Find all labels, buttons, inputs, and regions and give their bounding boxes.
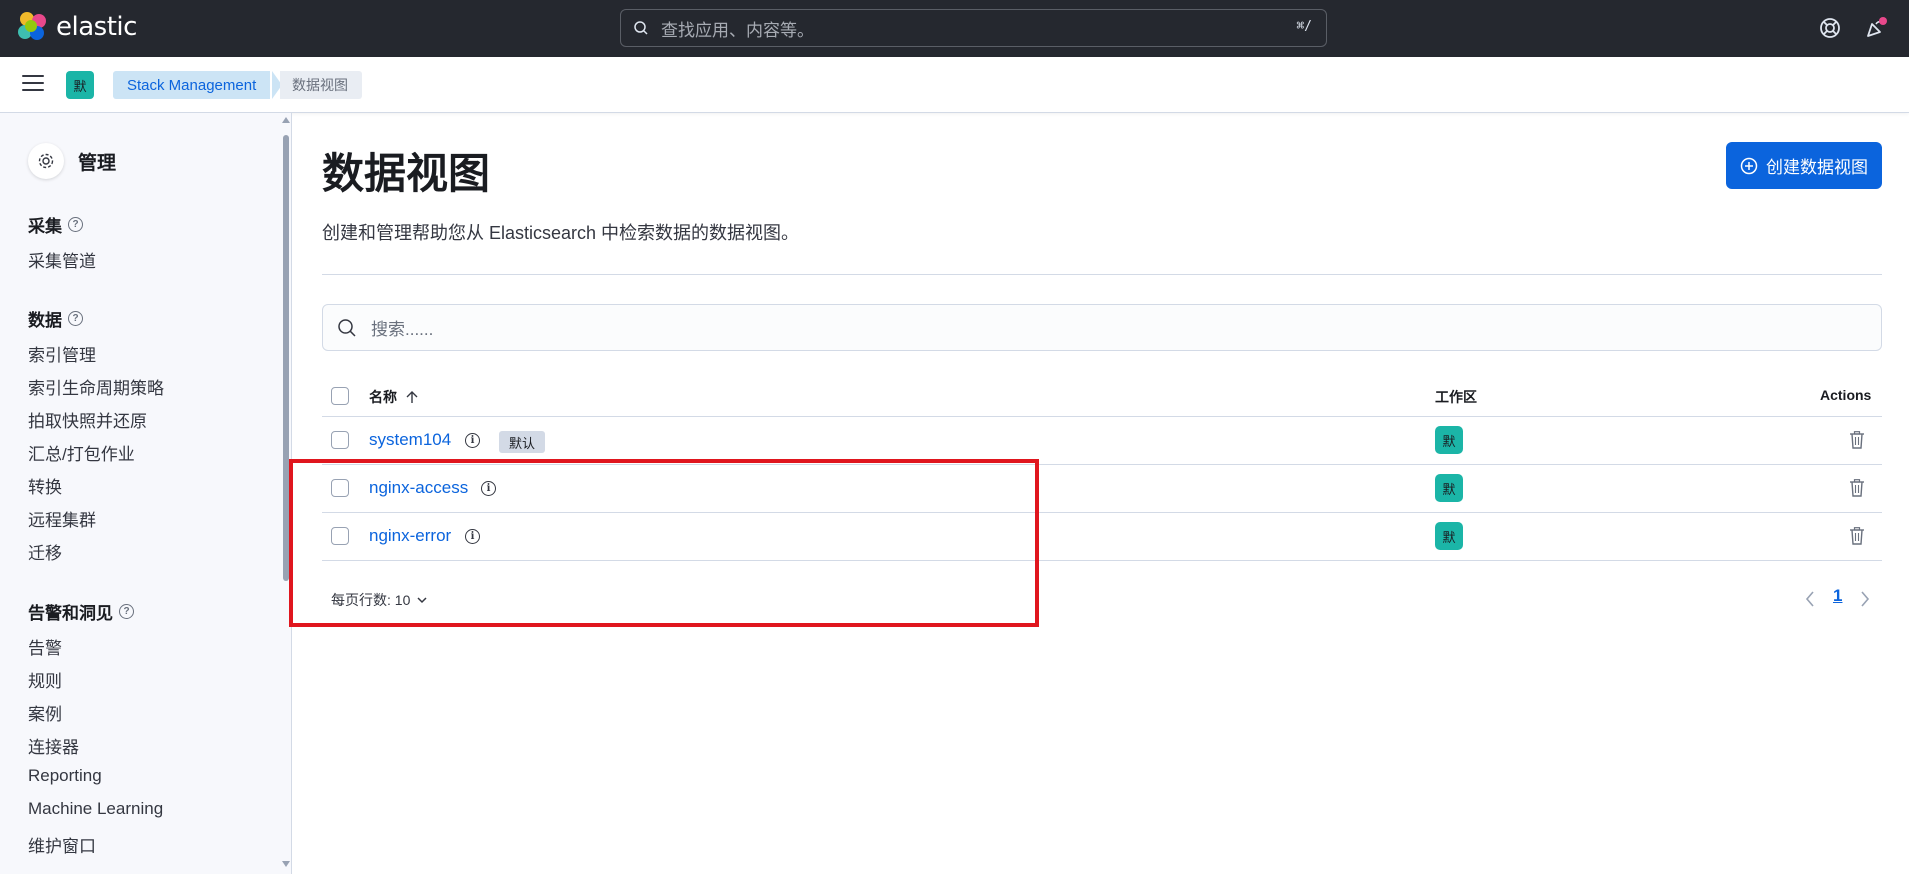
data-view-search-input[interactable]: 搜索...... (322, 304, 1882, 351)
sidebar-group-data: 数据 ? (28, 306, 83, 331)
trash-icon[interactable] (1849, 431, 1865, 449)
sidebar-item-reporting[interactable]: Reporting (28, 766, 102, 786)
help-icon[interactable]: ? (119, 604, 134, 619)
sidebar-item-migrate[interactable]: 迁移 (28, 539, 62, 564)
sidebar-item-maintenance-windows[interactable]: 维护窗口 (28, 832, 96, 857)
trash-icon[interactable] (1849, 527, 1865, 545)
create-button-label: 创建数据视图 (1766, 158, 1868, 177)
default-badge: 默认 (499, 431, 546, 453)
chevron-left-icon[interactable] (1804, 590, 1816, 608)
help-icon[interactable]: ? (68, 311, 83, 326)
global-search-input[interactable]: 查找应用、内容等。 ⌘/ (620, 9, 1327, 47)
sidebar-group-ingest: 采集 ? (28, 212, 83, 237)
trash-icon[interactable] (1849, 479, 1865, 497)
breadcrumb-current: 数据视图 (280, 71, 362, 99)
sidebar-item-snapshot[interactable]: 拍取快照并还原 (28, 407, 147, 432)
sidebar-item-ingest-pipelines[interactable]: 采集管道 (28, 247, 96, 272)
highlight-annotation (289, 459, 1039, 627)
sidebar-item-remote-clusters[interactable]: 远程集群 (28, 506, 96, 531)
row-divider (322, 416, 1882, 417)
workspace-badge[interactable]: 默 (1435, 474, 1463, 502)
group-label: 采集 (28, 217, 62, 236)
breadcrumb-stack-management[interactable]: Stack Management (113, 71, 271, 99)
sidebar-title: 管理 (78, 152, 117, 174)
sidebar-item-machine-learning[interactable]: Machine Learning (28, 799, 163, 819)
gear-icon (28, 143, 64, 179)
elastic-logo-icon (18, 12, 48, 42)
sidebar-item-ilm[interactable]: 索引生命周期策略 (28, 374, 164, 399)
workspace-badge[interactable]: 默 (1435, 426, 1463, 454)
plus-circle-icon (1740, 157, 1758, 174)
search-icon (634, 21, 648, 35)
sidebar-item-index-management[interactable]: 索引管理 (28, 341, 96, 366)
menu-toggle-icon[interactable] (22, 75, 44, 95)
column-header-name[interactable]: 名称 (369, 387, 419, 407)
search-placeholder: 查找应用、内容等。 (661, 20, 814, 40)
header-divider (322, 274, 1882, 275)
group-label: 告警和洞见 (28, 604, 113, 623)
workspace-badge[interactable]: 默 (1435, 522, 1463, 550)
sidebar-nav: 管理 采集 ? 采集管道 数据 ? 索引管理 索引生命周期策略 拍取快照并还原 … (0, 113, 292, 874)
info-icon[interactable]: i (465, 433, 480, 448)
create-data-view-button[interactable]: 创建数据视图 (1726, 142, 1882, 189)
search-icon (338, 318, 356, 337)
page-description: 创建和管理帮助您从 Elasticsearch 中检索数据的数据视图。 (322, 223, 800, 243)
breadcrumb-bar: 默 Stack Management 数据视图 (0, 57, 1909, 113)
page-title: 数据视图 (322, 150, 491, 197)
sidebar-item-alerts[interactable]: 告警 (28, 634, 62, 659)
column-header-workspace: 工作区 (1435, 389, 1477, 405)
space-avatar[interactable]: 默 (66, 71, 94, 99)
column-header-actions: Actions (1820, 387, 1872, 403)
sidebar-item-rollup[interactable]: 汇总/打包作业 (28, 440, 135, 465)
select-all-checkbox[interactable] (331, 387, 349, 405)
sidebar-item-connectors[interactable]: 连接器 (28, 733, 79, 758)
sidebar-item-transforms[interactable]: 转换 (28, 473, 62, 498)
chevron-right-icon[interactable] (1859, 590, 1871, 608)
keyboard-shortcut: ⌘/ (1296, 19, 1312, 34)
search-placeholder: 搜索...... (371, 320, 434, 339)
scroll-up-arrow[interactable] (282, 117, 290, 123)
data-view-link[interactable]: system104 (369, 430, 451, 450)
brand-name: elastic (56, 12, 137, 42)
group-label: 数据 (28, 311, 62, 330)
top-header: elastic 查找应用、内容等。 ⌘/ (0, 0, 1909, 57)
sidebar-item-cases[interactable]: 案例 (28, 700, 62, 725)
scroll-down-arrow[interactable] (282, 861, 290, 867)
sidebar-item-rules[interactable]: 规则 (28, 667, 62, 692)
sort-ascending-icon (406, 391, 418, 403)
sidebar-header: 管理 (28, 143, 116, 179)
help-icon[interactable]: ? (68, 217, 83, 232)
help-lifebuoy-icon[interactable] (1818, 16, 1842, 40)
row-checkbox[interactable] (331, 431, 349, 449)
elastic-logo[interactable]: elastic (18, 12, 137, 42)
sidebar-group-alerts: 告警和洞见 ? (28, 599, 134, 624)
column-label: 名称 (369, 389, 397, 405)
page-number[interactable]: 1 (1833, 586, 1842, 606)
news-feed-icon[interactable] (1864, 16, 1888, 40)
